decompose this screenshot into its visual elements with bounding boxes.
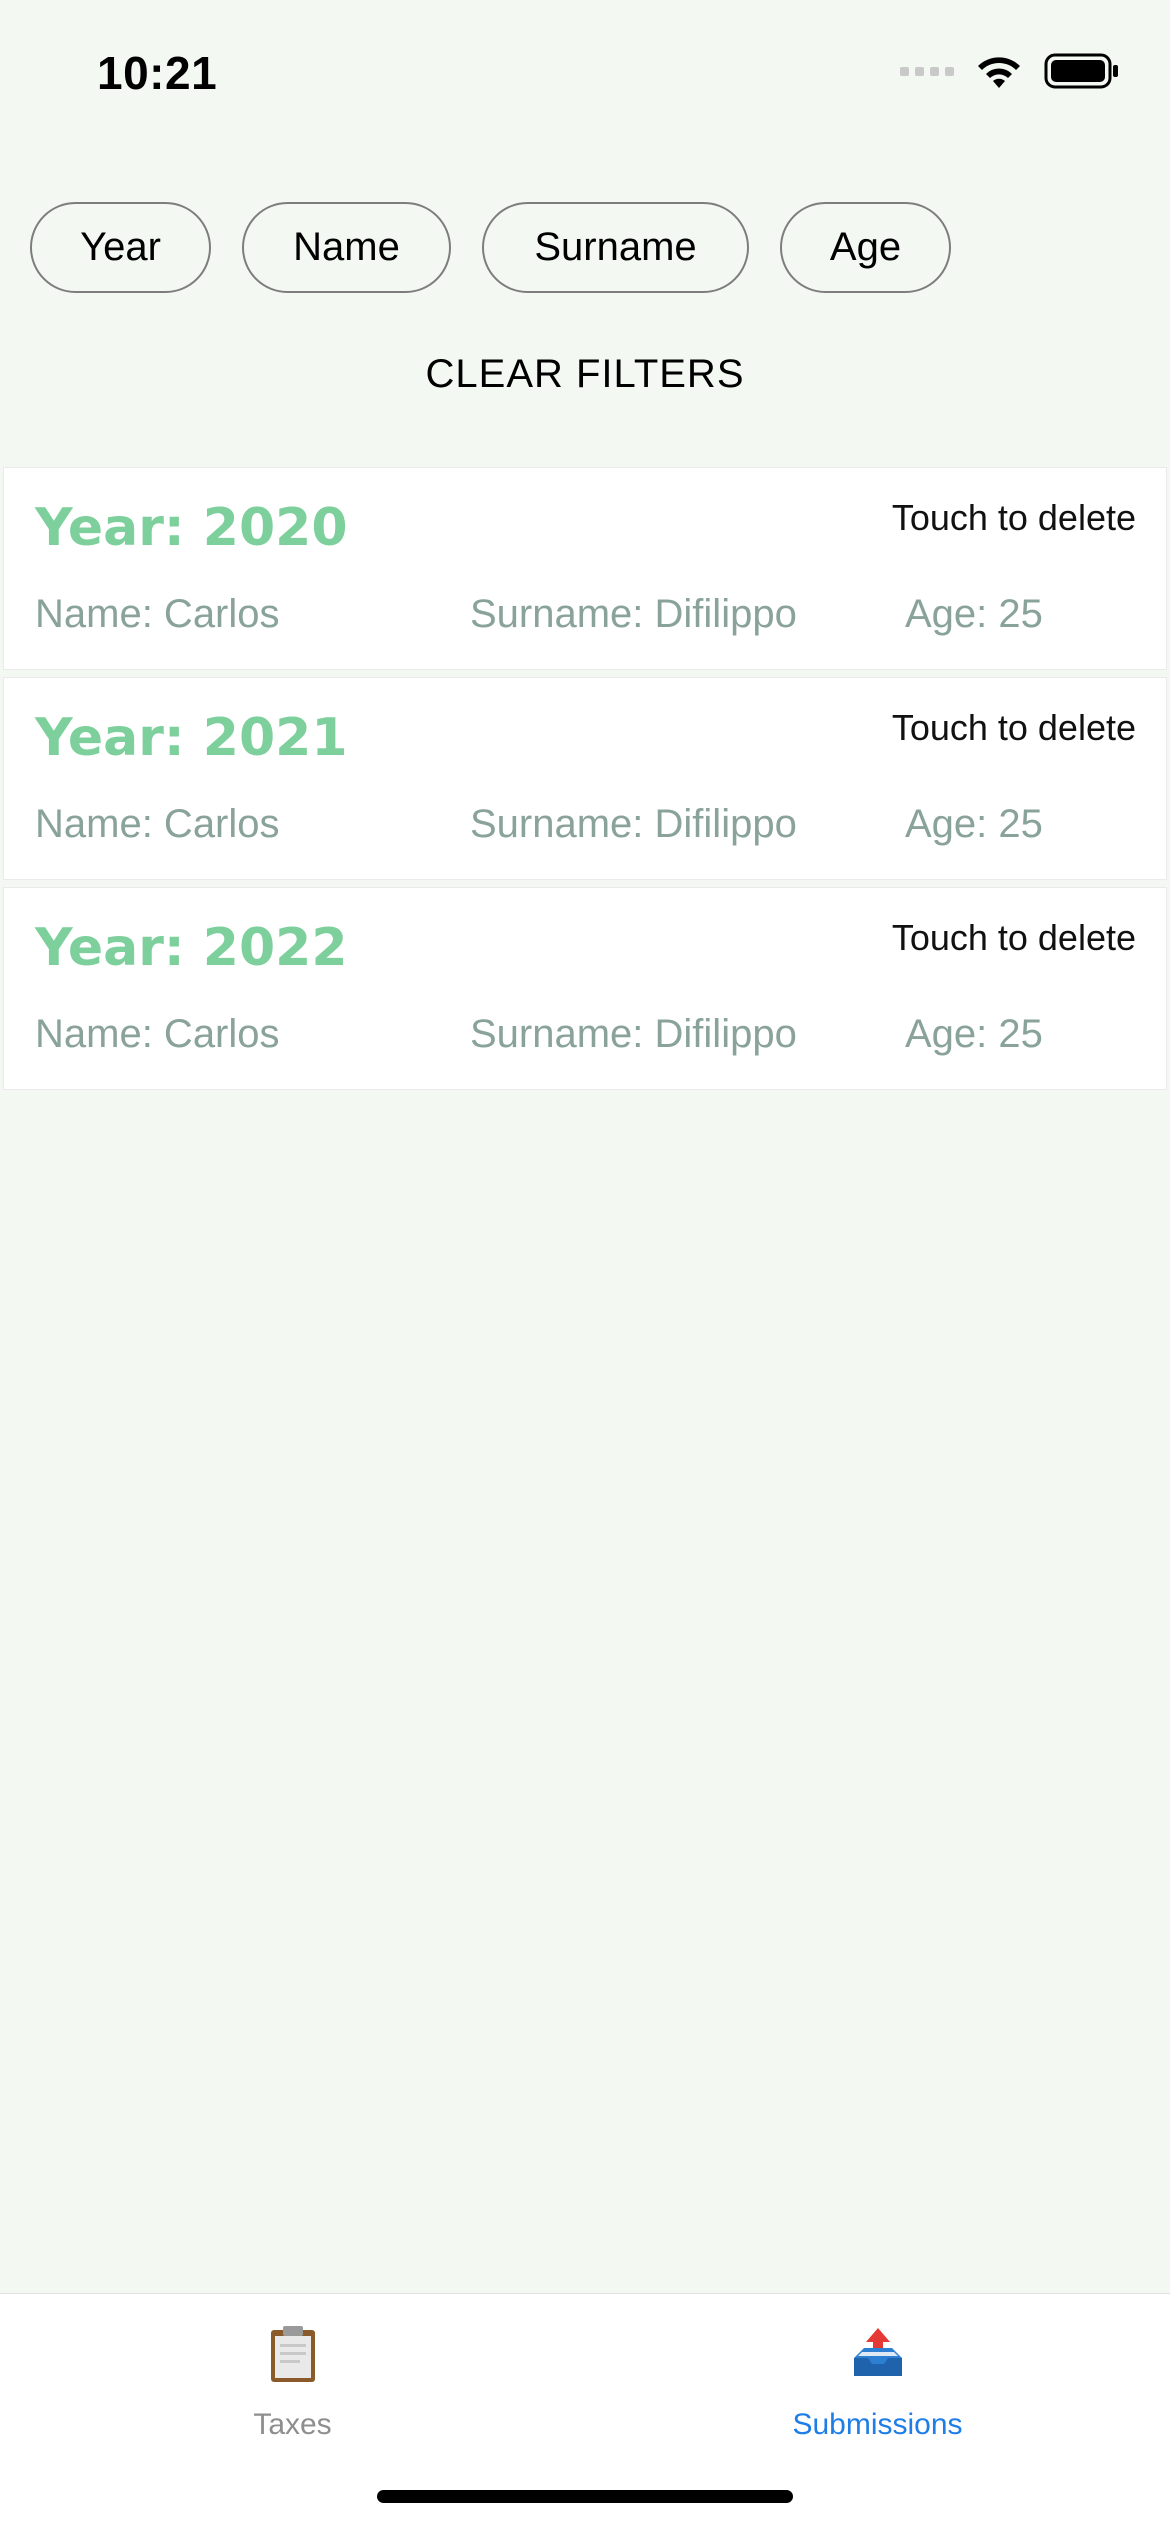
filter-name-button[interactable]: Name xyxy=(242,202,451,293)
submission-age: Age: 25 xyxy=(905,802,1043,846)
battery-icon xyxy=(1044,53,1118,89)
submission-card[interactable]: Year: 2020 Touch to delete Name: Carlos … xyxy=(3,467,1167,670)
submissions-list: Year: 2020 Touch to delete Name: Carlos … xyxy=(3,467,1167,1097)
clipboard-icon xyxy=(270,2326,315,2382)
submission-card[interactable]: Year: 2022 Touch to delete Name: Carlos … xyxy=(3,887,1167,1090)
cellular-signal-icon xyxy=(900,66,954,76)
delete-hint[interactable]: Touch to delete xyxy=(892,707,1136,749)
clear-filters-button[interactable]: CLEAR FILTERS xyxy=(0,352,1170,397)
submission-year: Year: 2021 xyxy=(35,708,348,768)
submission-age: Age: 25 xyxy=(905,592,1043,636)
status-time: 10:21 xyxy=(97,47,218,99)
status-icons xyxy=(900,52,1120,90)
submission-surname: Surname: Difilippo xyxy=(470,802,797,846)
home-indicator xyxy=(377,2490,793,2503)
submission-card[interactable]: Year: 2021 Touch to delete Name: Carlos … xyxy=(3,677,1167,880)
filter-year-button[interactable]: Year xyxy=(30,202,211,293)
submission-surname: Surname: Difilippo xyxy=(470,592,797,636)
outbox-tray-icon xyxy=(853,2328,902,2376)
delete-hint[interactable]: Touch to delete xyxy=(892,497,1136,539)
delete-hint[interactable]: Touch to delete xyxy=(892,917,1136,959)
submission-surname: Surname: Difilippo xyxy=(470,1012,797,1056)
wifi-icon xyxy=(978,57,1020,88)
filter-chips: Year Name Surname Age xyxy=(30,202,951,293)
tab-submissions-label: Submissions xyxy=(792,2408,963,2441)
submission-age: Age: 25 xyxy=(905,1012,1043,1056)
submission-name: Name: Carlos xyxy=(35,592,280,636)
tab-taxes[interactable]: Taxes xyxy=(0,2294,585,2454)
tab-submissions[interactable]: Submissions xyxy=(585,2294,1170,2454)
submission-year: Year: 2022 xyxy=(35,918,348,978)
tab-taxes-label: Taxes xyxy=(253,2408,332,2441)
submission-name: Name: Carlos xyxy=(35,802,280,846)
submission-name: Name: Carlos xyxy=(35,1012,280,1056)
filter-age-button[interactable]: Age xyxy=(780,202,951,293)
submission-year: Year: 2020 xyxy=(35,498,348,558)
filter-surname-button[interactable]: Surname xyxy=(482,202,749,293)
screen: 10:21 Year Name Surname Age CLEAR FILTER… xyxy=(0,0,1170,2532)
